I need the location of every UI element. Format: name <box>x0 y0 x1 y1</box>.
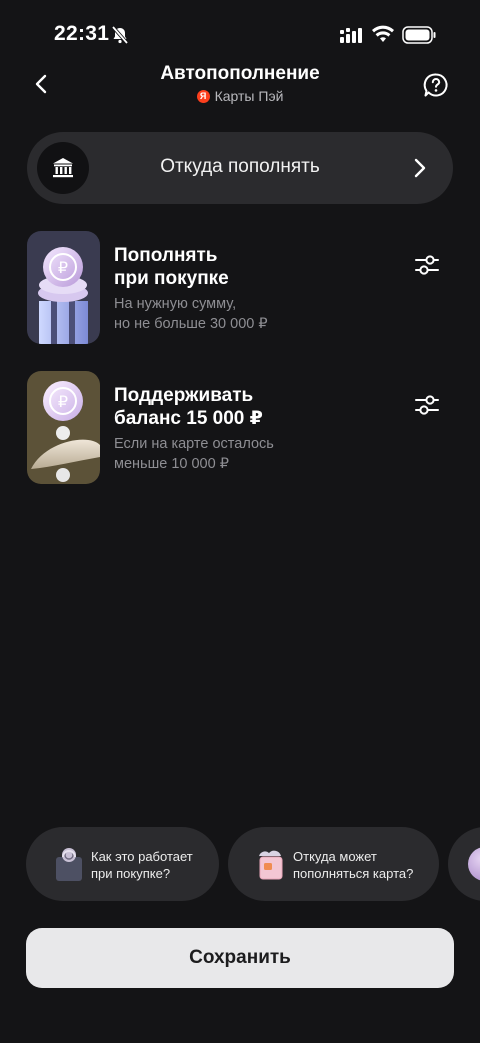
topup-source-selector[interactable]: Откуда пополнять <box>27 132 453 204</box>
save-button[interactable]: Сохранить <box>26 928 454 988</box>
option-title: Поддерживать баланс 15 000 ₽ <box>114 385 263 429</box>
svg-text:₽: ₽ <box>58 392 68 411</box>
header: Автопополнение Я Карты Пэй <box>0 55 480 115</box>
info-chips-row[interactable]: Как это работает при покупке? Откуда мож… <box>0 827 480 901</box>
yandex-logo: Я <box>196 89 210 103</box>
shopping-bag-icon <box>56 848 82 881</box>
chip-label: Как это работает при покупке? <box>91 849 193 881</box>
wifi-icon <box>372 25 394 42</box>
battery-icon <box>402 26 436 44</box>
info-chip-partial[interactable] <box>448 827 480 901</box>
bell-muted-icon <box>111 25 129 45</box>
option-title: Пополнять при покупке <box>114 245 229 289</box>
chip-label: Откуда может пополняться карта? <box>293 849 414 881</box>
card-cloud-icon <box>259 850 283 880</box>
status-time: 22:31 <box>54 22 110 45</box>
page-subtitle: Я Карты Пэй <box>0 88 480 104</box>
page-title: Автопополнение <box>160 63 320 84</box>
topup-source-label: Откуда пополнять <box>160 156 320 177</box>
settings-sliders-button[interactable] <box>413 391 441 419</box>
option-description: На нужную сумму, но не больше 30 000 ₽ <box>114 296 268 332</box>
option-description: Если на карте осталось меньше 10 000 ₽ <box>114 436 274 472</box>
help-button[interactable] <box>422 71 450 99</box>
option-maintain-balance[interactable]: ₽ Поддерживать баланс 15 000 ₽ Если на к… <box>27 371 453 485</box>
chevron-right-icon <box>414 158 426 178</box>
subtitle-text: Карты Пэй <box>214 88 284 104</box>
coins-illustration: ₽ <box>27 231 100 344</box>
info-chip-topup-sources[interactable]: Откуда может пополняться карта? <box>228 827 439 901</box>
svg-text:₽: ₽ <box>58 258 68 277</box>
coin-icon <box>468 847 480 881</box>
signal-icon <box>340 28 362 43</box>
settings-sliders-button[interactable] <box>413 251 441 279</box>
option-topup-on-purchase[interactable]: ₽ Пополнять при покупке На нужную сумму,… <box>27 231 453 345</box>
balance-illustration: ₽ <box>27 371 100 484</box>
info-chip-how-it-works[interactable]: Как это работает при покупке? <box>26 827 219 901</box>
